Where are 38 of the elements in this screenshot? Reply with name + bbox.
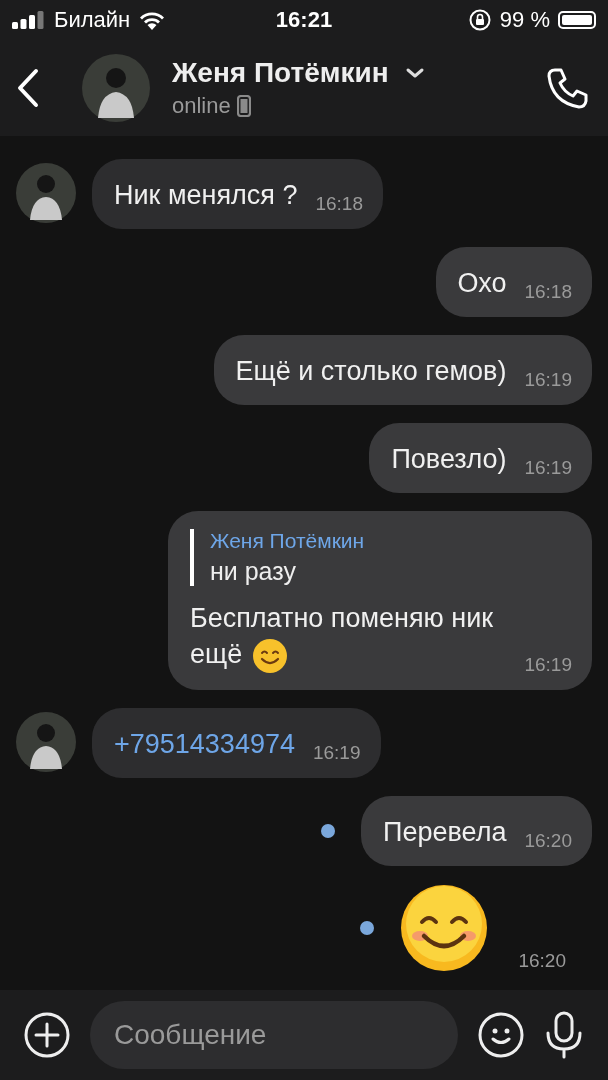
avatar[interactable] xyxy=(82,54,150,122)
phone-device-icon xyxy=(236,95,251,117)
quote-text: ни разу xyxy=(210,557,297,587)
carrier-name: Билайн xyxy=(54,7,131,33)
quoted-message[interactable]: Женя Потёмкин ни разу xyxy=(190,529,572,587)
message-text: Повезло) xyxy=(391,443,507,477)
message-text: Охо xyxy=(457,267,507,301)
message-time: 16:20 xyxy=(524,830,572,852)
contact-name[interactable]: Женя Потёмкин xyxy=(172,57,389,89)
back-icon[interactable] xyxy=(16,68,40,108)
quote-author: Женя Потёмкин xyxy=(210,529,366,554)
message-time: 16:19 xyxy=(524,457,572,480)
message-text: Ник менялся ? xyxy=(114,179,298,213)
microphone-icon[interactable] xyxy=(544,1011,584,1059)
message-input[interactable]: Сообщение xyxy=(90,1001,458,1069)
rotation-lock-icon xyxy=(467,8,492,32)
avatar[interactable] xyxy=(16,712,76,772)
add-icon[interactable] xyxy=(24,1012,70,1058)
signal-icon xyxy=(12,11,46,29)
wifi-icon xyxy=(138,10,167,30)
message-time: 16:19 xyxy=(524,369,572,392)
clock: 16:21 xyxy=(275,7,333,33)
chevron-down-icon[interactable] xyxy=(404,67,425,79)
message-time: 16:19 xyxy=(524,654,572,676)
battery-icon xyxy=(558,11,596,29)
message-text: Перевела xyxy=(383,816,507,849)
message-time: 16:18 xyxy=(315,193,363,216)
message-text: Ещё и столько гемов) xyxy=(235,355,507,389)
message-time: 16:19 xyxy=(312,742,361,764)
online-status: online xyxy=(172,93,231,119)
message-time: 16:20 xyxy=(518,950,566,972)
battery-percent: 99 % xyxy=(499,7,550,33)
emoji-icon[interactable] xyxy=(478,1012,524,1058)
phone-link[interactable]: +79514334974 xyxy=(114,726,295,762)
message-time: 16:18 xyxy=(524,281,572,304)
phone-call-icon[interactable] xyxy=(546,66,590,110)
message-text: Бесплатно поменяю ник ещё xyxy=(190,600,515,674)
avatar[interactable] xyxy=(16,163,76,224)
